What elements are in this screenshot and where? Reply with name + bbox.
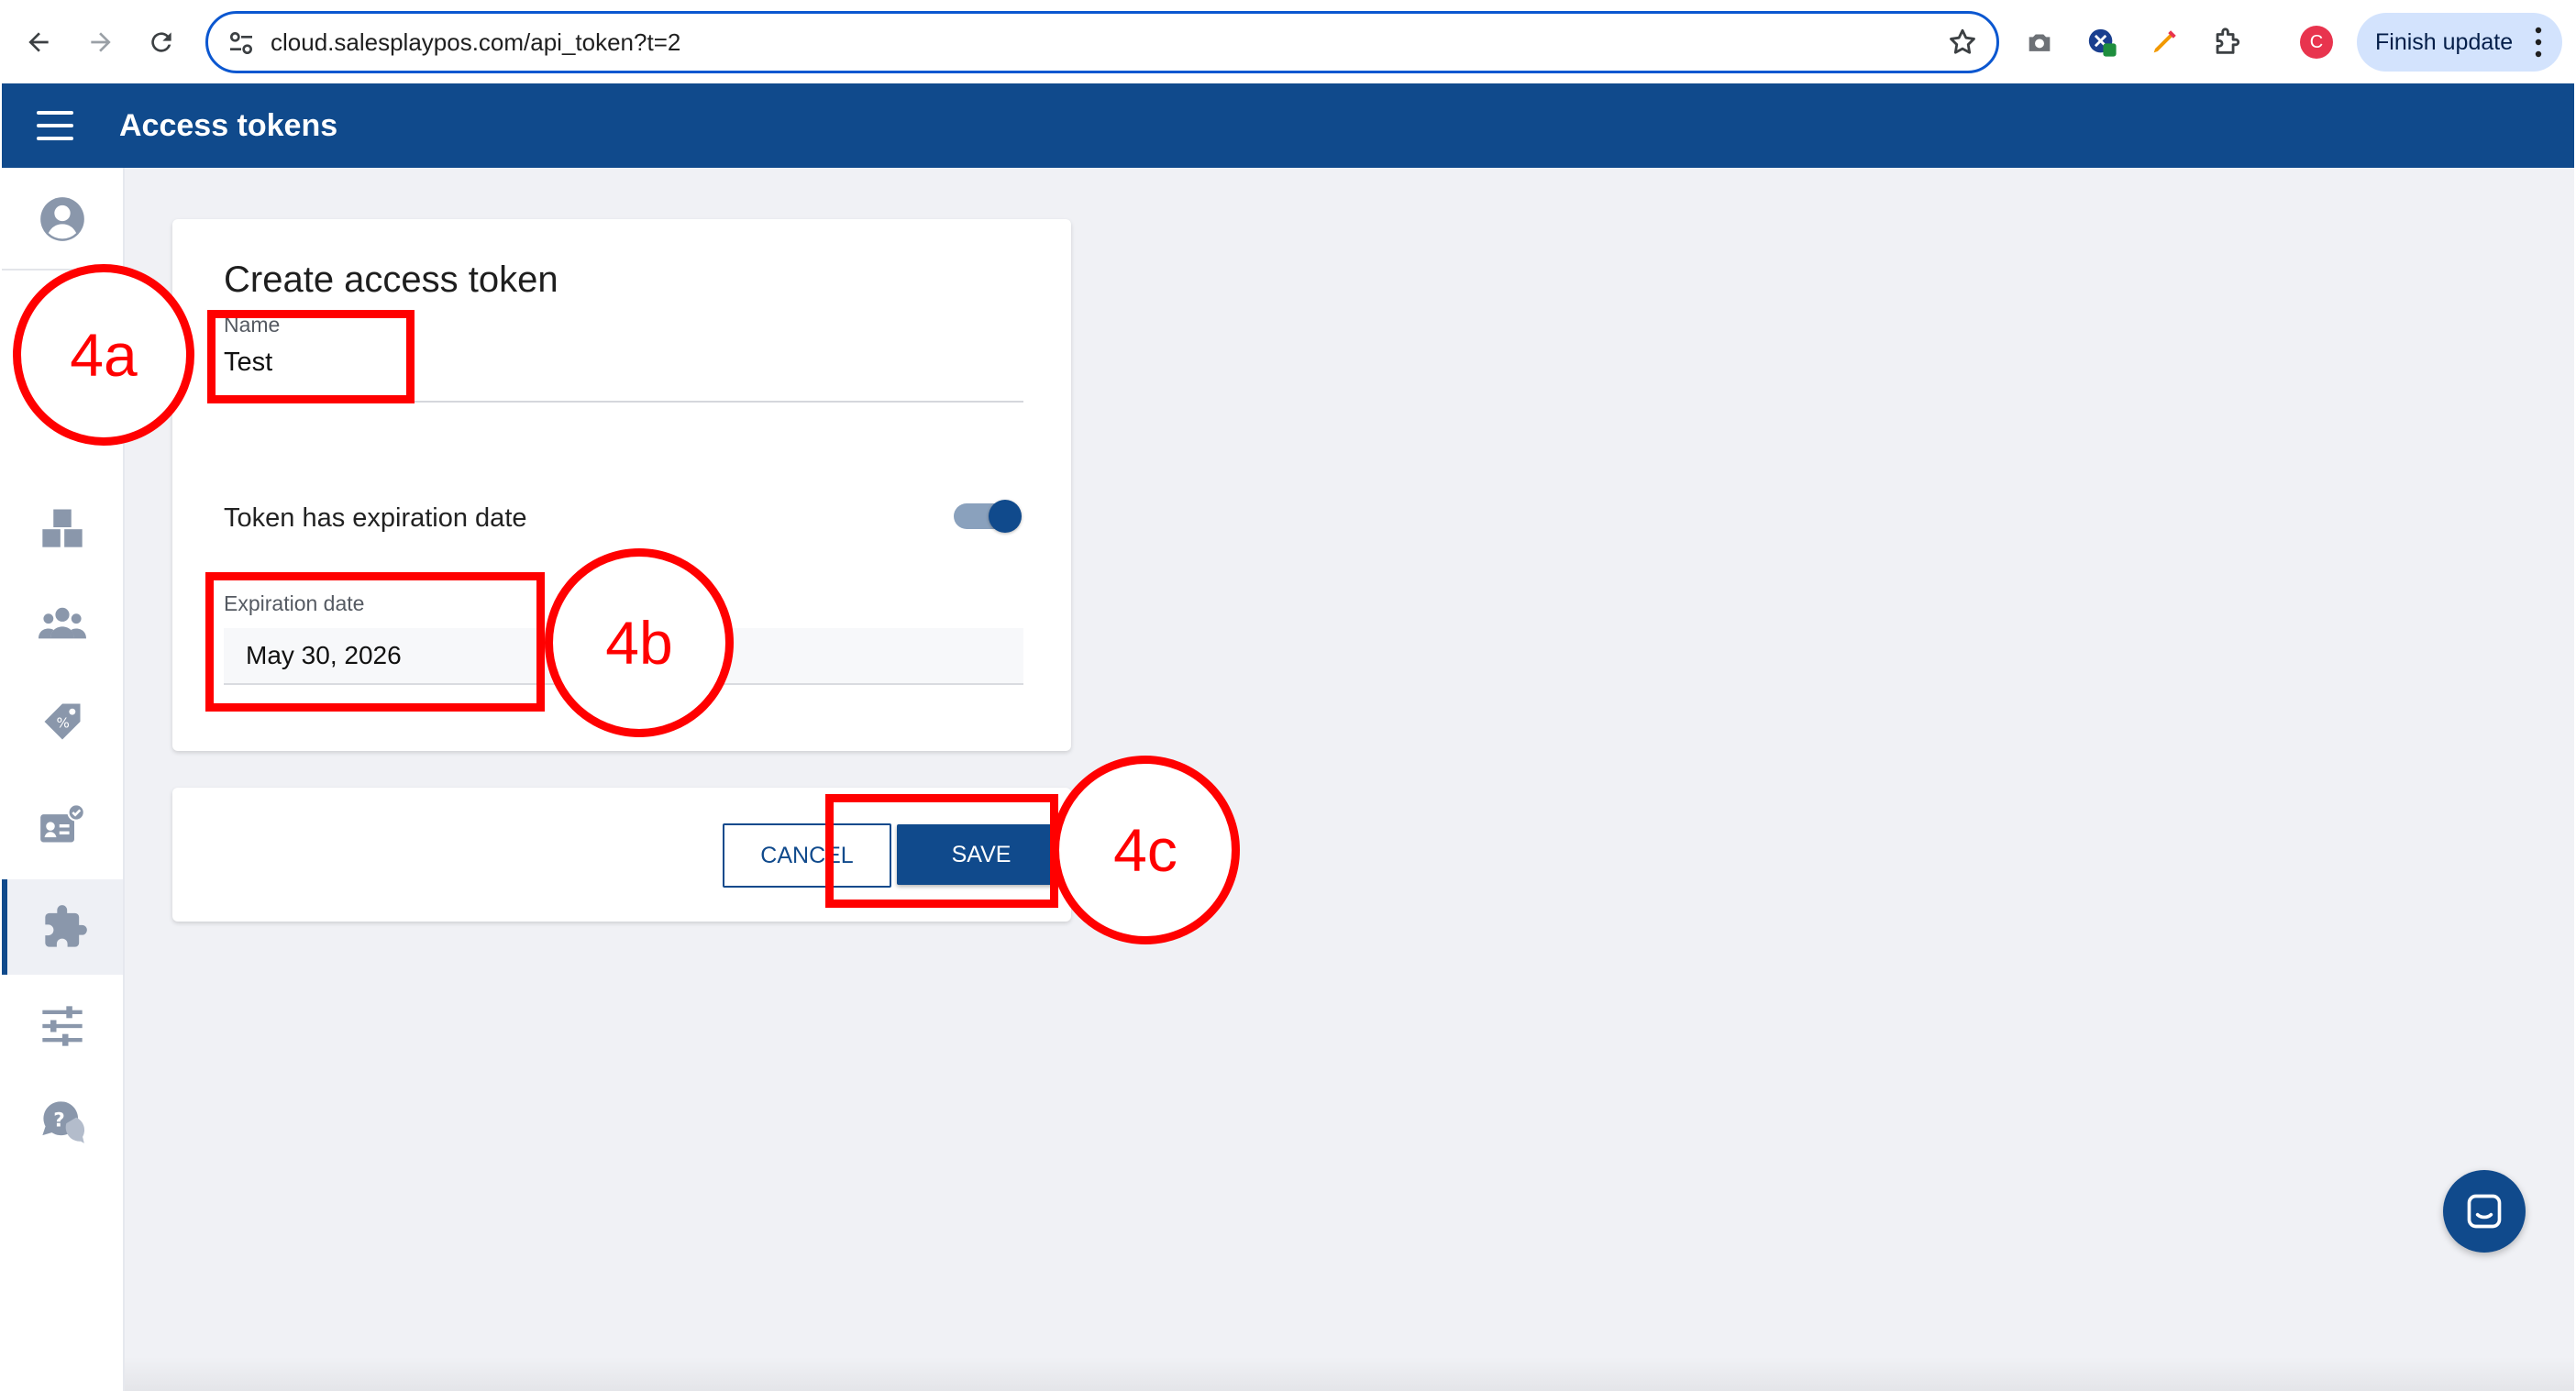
forward-arrow-icon[interactable] (79, 20, 123, 64)
expiration-toggle-label: Token has expiration date (224, 503, 527, 533)
integrations-puzzle-icon[interactable] (2, 879, 123, 975)
settings-sliders-icon[interactable] (2, 978, 123, 1074)
chat-bubble-icon (2467, 1194, 2502, 1229)
help-chat-icon[interactable]: ? (2, 1074, 123, 1169)
annotation-step-4c: 4c (1051, 756, 1240, 944)
discount-tag-icon[interactable]: % (2, 674, 123, 769)
page-title: Access tokens (119, 108, 338, 143)
svg-text:?: ? (53, 1109, 65, 1132)
back-arrow-icon[interactable] (17, 20, 61, 64)
site-settings-icon[interactable] (227, 28, 256, 58)
browser-toolbar: cloud.salesplaypos.com/api_token?t=2 C F… (0, 0, 2576, 83)
url-text[interactable]: cloud.salesplaypos.com/api_token?t=2 (271, 14, 680, 71)
chat-support-button[interactable] (2443, 1170, 2526, 1253)
profile-avatar[interactable]: C (2300, 26, 2333, 59)
bookmark-star-icon[interactable] (1947, 27, 1978, 58)
extension-pen-icon[interactable] (2148, 26, 2181, 59)
expiration-toggle-knob[interactable] (989, 500, 1022, 533)
inventory-boxes-icon[interactable] (2, 480, 123, 575)
menu-icon[interactable] (37, 111, 73, 140)
account-circle-icon[interactable] (2, 171, 123, 267)
annotation-box-save (825, 794, 1058, 908)
finish-update-label: Finish update (2375, 29, 2514, 55)
card-title: Create access token (224, 259, 558, 300)
address-bar[interactable]: cloud.salesplaypos.com/api_token?t=2 (205, 11, 1999, 73)
reload-icon[interactable] (139, 20, 183, 64)
main-content: Create access token Name Test Token has … (125, 168, 2574, 1391)
employee-card-icon[interactable] (2, 777, 123, 872)
bottom-scroll-shadow (125, 1357, 2574, 1391)
svg-text:%: % (57, 715, 70, 732)
annotation-step-4b: 4b (545, 548, 734, 737)
annotation-box-name (207, 310, 415, 403)
annotation-step-4a: 4a (13, 264, 194, 446)
kebab-menu-icon (2535, 27, 2542, 58)
app-header: Access tokens (2, 83, 2574, 168)
screenshot-root: cloud.salesplaypos.com/api_token?t=2 C F… (0, 0, 2576, 1391)
annotation-box-expiration (205, 572, 545, 712)
camera-icon[interactable] (2023, 26, 2056, 59)
finish-update-button[interactable]: Finish update (2357, 13, 2562, 72)
extension-blue-icon[interactable] (2085, 26, 2118, 59)
customers-group-icon[interactable] (2, 575, 123, 670)
puzzle-extensions-icon[interactable] (2210, 26, 2243, 59)
